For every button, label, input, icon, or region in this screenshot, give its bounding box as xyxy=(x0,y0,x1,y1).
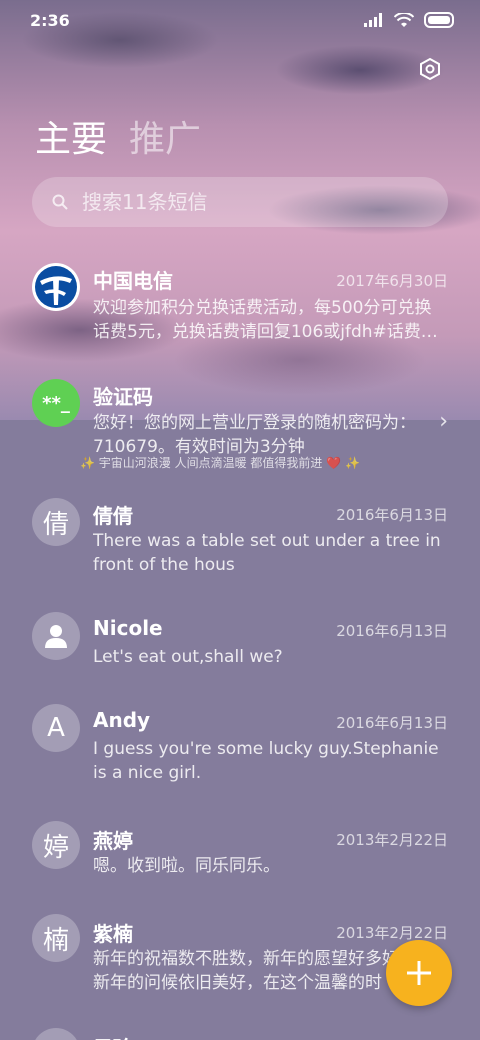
tab-promotions[interactable]: 推广 xyxy=(129,110,201,162)
contact-avatar: 婷 xyxy=(32,821,80,869)
status-time: 2:36 xyxy=(30,11,70,30)
thread-name: 验证码 xyxy=(93,385,153,409)
thread-nicole[interactable]: Nicole 2016年6月13日 Let's eat out,shall we… xyxy=(0,608,480,708)
china-telecom-logo xyxy=(32,263,80,311)
signal-icon xyxy=(364,13,382,27)
search-icon xyxy=(52,194,68,210)
wifi-icon xyxy=(394,12,414,27)
status-bar: 2:36 xyxy=(0,0,480,40)
thread-china-telecom[interactable]: 中国电信 2017年6月30日 欢迎参加积分兑换话费活动，每500分可兑换 话费… xyxy=(0,255,480,355)
settings-icon[interactable] xyxy=(418,57,442,81)
thread-date: 2013年2月22日 xyxy=(336,924,448,942)
thread-preview-line1: 欢迎参加积分兑换话费活动，每500分可兑换 xyxy=(93,298,432,318)
contact-avatar: A xyxy=(32,704,80,752)
add-icon xyxy=(407,961,431,985)
thread-preview-line2: is a nice girl. xyxy=(93,763,202,783)
thread-name: 中国电信 xyxy=(93,269,173,293)
thread-preview-line1: 您好！您的网上营业厅登录的随机密码为： xyxy=(93,413,416,433)
search-bar[interactable] xyxy=(32,177,448,227)
tab-primary[interactable]: 主要 xyxy=(35,110,107,162)
thread-date: 2017年6月30日 xyxy=(336,272,448,290)
thread-name: 倩倩 xyxy=(93,504,133,528)
thread-preview-line2: 话费5元，兑换话费请回复106或jfdh#话费… xyxy=(93,322,438,342)
status-icons xyxy=(364,12,454,28)
thread-name: Andy xyxy=(93,708,151,732)
contact-avatar xyxy=(32,1028,80,1040)
search-input[interactable] xyxy=(80,189,414,215)
thread-name: 燕婷 xyxy=(93,829,133,853)
thread-preview-line1: I guess you're some lucky guy.Stephanie xyxy=(93,739,439,759)
verification-avatar: **_ xyxy=(32,379,80,427)
thread-name: 子玲 xyxy=(93,1032,133,1040)
thread-date: 2016年6月13日 xyxy=(336,622,448,640)
thread-yanting[interactable]: 婷 燕婷 2013年2月22日 嗯。收到啦。同乐同乐。 xyxy=(0,815,480,915)
contact-avatar: 倩 xyxy=(32,498,80,546)
contact-person-icon xyxy=(32,612,80,660)
new-message-button[interactable] xyxy=(386,940,452,1006)
thread-ziling[interactable]: 子玲 xyxy=(0,1022,480,1040)
ad-banner: ✨ 宇宙山河浪漫 人间点滴温暖 都值得我前进 ❤️ ✨ xyxy=(80,456,360,470)
thread-andy[interactable]: A Andy 2016年6月13日 I guess you're some lu… xyxy=(0,700,480,800)
thread-name: 紫楠 xyxy=(93,922,133,946)
chevron-right-icon[interactable]: › xyxy=(439,409,448,434)
thread-preview-line2: front of the hous xyxy=(93,555,235,575)
battery-icon xyxy=(424,12,454,28)
thread-preview-line1: Let's eat out,shall we? xyxy=(93,647,283,667)
thread-qianqian[interactable]: 倩 倩倩 2016年6月13日 There was a table set ou… xyxy=(0,490,480,590)
thread-date: 2016年6月13日 xyxy=(336,714,448,732)
tab-bar: 主要 推广 xyxy=(35,110,201,162)
thread-name: Nicole xyxy=(93,616,163,640)
thread-preview-line1: There was a table set out under a tree i… xyxy=(93,531,441,551)
thread-date: 2013年2月22日 xyxy=(336,831,448,849)
contact-avatar: 楠 xyxy=(32,914,80,962)
thread-preview-line1: 嗯。收到啦。同乐同乐。 xyxy=(93,856,280,876)
thread-date: 2016年6月13日 xyxy=(336,506,448,524)
